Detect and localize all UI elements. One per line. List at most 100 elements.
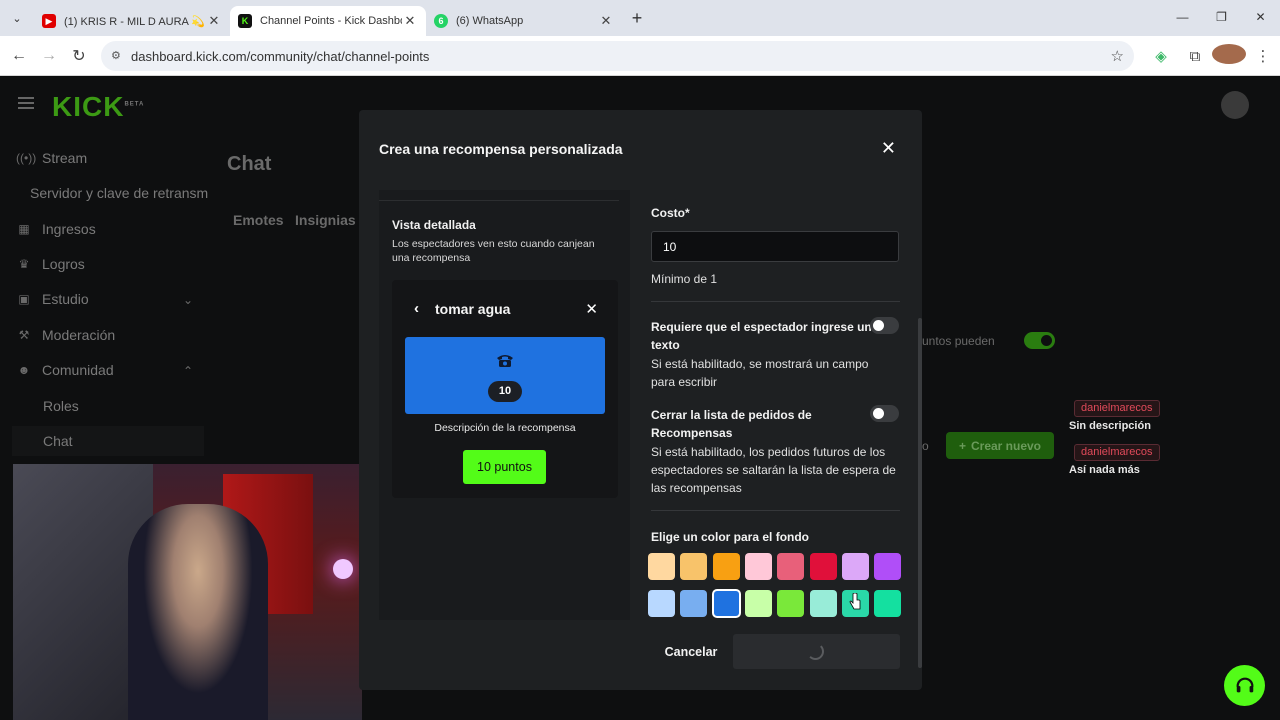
support-chat-button[interactable] bbox=[1224, 665, 1265, 706]
address-bar: ← → ↻ ⚙ dashboard.kick.com/community/cha… bbox=[0, 36, 1280, 76]
grid-icon: ▣ bbox=[18, 292, 30, 306]
close-icon: ✕ bbox=[585, 301, 598, 318]
truncated-text: o bbox=[922, 439, 929, 453]
trophy-icon: ♛ bbox=[18, 257, 30, 271]
close-tab-icon[interactable]: ✕ bbox=[598, 13, 614, 29]
restore-icon[interactable]: ❐ bbox=[1202, 0, 1241, 34]
sidebar-item-stream[interactable]: ((•)) Stream bbox=[16, 150, 87, 166]
tab-title: (6) WhatsApp bbox=[456, 15, 524, 27]
reward-description: Sin descripción bbox=[1069, 420, 1151, 432]
create-new-button[interactable]: + Crear nuevo bbox=[946, 432, 1054, 459]
setting-toggle[interactable] bbox=[1024, 332, 1055, 349]
wrench-icon: ⚒ bbox=[18, 328, 30, 342]
hamburger-menu-icon[interactable] bbox=[18, 97, 34, 109]
color-swatch[interactable] bbox=[809, 553, 837, 580]
tab-search-chevron-icon[interactable]: ⌄ bbox=[0, 0, 34, 36]
close-window-icon[interactable]: ✕ bbox=[1241, 0, 1280, 34]
phone-icon bbox=[497, 355, 513, 367]
page-title: Chat bbox=[227, 153, 272, 175]
headset-icon bbox=[1236, 677, 1253, 692]
cost-label: Costo* bbox=[651, 206, 690, 220]
require-text-label: Requiere que el espectador ingrese un te… bbox=[651, 320, 872, 352]
sidebar-item-roles[interactable]: Roles bbox=[43, 398, 79, 414]
url-input[interactable]: ⚙ dashboard.kick.com/community/chat/chan… bbox=[101, 41, 1134, 71]
color-swatch[interactable] bbox=[648, 590, 675, 617]
color-label: Elige un color para el fondo bbox=[651, 530, 810, 544]
back-icon[interactable]: ← bbox=[4, 47, 34, 65]
new-tab-button[interactable]: + bbox=[622, 8, 652, 29]
chevron-down-icon[interactable]: ⌄ bbox=[183, 293, 193, 307]
reload-icon[interactable]: ↻ bbox=[64, 46, 94, 66]
chevron-up-icon[interactable]: ⌃ bbox=[183, 364, 193, 378]
toggle-setting-text: untos pueden bbox=[922, 334, 995, 348]
sidebar-item-estudio[interactable]: ▣ Estudio bbox=[16, 291, 88, 307]
reward-description: Así nada más bbox=[1069, 464, 1140, 476]
extension-icon[interactable]: ◈ bbox=[1144, 47, 1178, 65]
preview-points-button: 10 puntos bbox=[463, 450, 546, 484]
color-swatch[interactable] bbox=[744, 553, 772, 580]
require-text-toggle[interactable] bbox=[870, 317, 899, 334]
modal-scrollbar[interactable] bbox=[918, 318, 922, 668]
plus-icon: + bbox=[958, 438, 966, 453]
sidebar-item-moderacion[interactable]: ⚒ Moderación bbox=[16, 327, 116, 343]
sidebar-item-ingresos[interactable]: ▦ Ingresos bbox=[16, 221, 95, 237]
users-icon: ☻ bbox=[17, 363, 31, 377]
tab-emotes[interactable]: Emotes bbox=[233, 212, 284, 228]
require-text-desc: Si está habilitado, se mostrará un campo… bbox=[651, 357, 869, 389]
close-icon[interactable]: ✕ bbox=[881, 138, 896, 159]
sidebar-item-stream-key[interactable]: Servidor y clave de retransm bbox=[30, 185, 208, 201]
color-swatch[interactable] bbox=[680, 553, 708, 580]
close-queue-label: Cerrar la lista de pedidos de Recompensa… bbox=[651, 408, 812, 440]
color-swatch[interactable] bbox=[711, 589, 741, 618]
tab-insignias[interactable]: Insignias c bbox=[295, 212, 367, 228]
chart-icon: ▦ bbox=[18, 222, 30, 236]
sidebar-item-chat[interactable]: Chat bbox=[43, 433, 73, 449]
site-info-icon[interactable]: ⚙ bbox=[111, 49, 123, 62]
reward-preview-panel: Vista detallada Los espectadores ven est… bbox=[379, 190, 630, 620]
bookmark-star-icon[interactable]: ☆ bbox=[1111, 47, 1124, 65]
url-text: dashboard.kick.com/community/chat/channe… bbox=[131, 48, 430, 64]
close-tab-icon[interactable]: ✕ bbox=[402, 13, 418, 29]
profile-avatar[interactable] bbox=[1212, 44, 1246, 68]
color-swatch[interactable] bbox=[680, 590, 708, 617]
forward-icon[interactable]: → bbox=[34, 47, 64, 65]
color-swatch[interactable] bbox=[841, 553, 869, 580]
cancel-button[interactable]: Cancelar bbox=[650, 641, 732, 663]
color-swatch[interactable] bbox=[809, 590, 837, 617]
color-swatch[interactable] bbox=[874, 553, 902, 580]
reward-user-pill: danielmarecos bbox=[1074, 444, 1160, 461]
cost-help: Mínimo de 1 bbox=[651, 272, 718, 286]
broadcast-icon: ((•)) bbox=[16, 151, 37, 165]
browser-tab-kick[interactable]: K Channel Points - Kick Dashboar ✕ bbox=[230, 6, 426, 36]
sidebar-item-comunidad[interactable]: ☻ Comunidad bbox=[16, 362, 114, 378]
color-swatch[interactable] bbox=[712, 553, 740, 580]
preview-subheading: Los espectadores ven esto cuando canjean… bbox=[392, 238, 595, 264]
browser-tab-youtube[interactable]: ▶ (1) KRIS R - MIL D AURA 💫 (VI ✕ bbox=[34, 6, 230, 36]
tab-title: (1) KRIS R - MIL D AURA 💫 (VI bbox=[64, 15, 206, 28]
kick-logo[interactable]: KICKBETA bbox=[52, 91, 144, 123]
cost-input[interactable] bbox=[651, 231, 899, 262]
kick-favicon-icon: K bbox=[238, 14, 252, 28]
close-tab-icon[interactable]: ✕ bbox=[206, 13, 222, 29]
minimize-icon[interactable]: — bbox=[1163, 0, 1202, 34]
user-avatar[interactable] bbox=[1221, 91, 1249, 119]
reward-preview-card: ‹ tomar agua ✕ 10 Descripción de la reco… bbox=[392, 280, 618, 498]
preview-description: Descripción de la recompensa bbox=[434, 422, 576, 434]
close-queue-desc: Si está habilitado, los pedidos futuros … bbox=[651, 445, 896, 495]
color-swatch[interactable] bbox=[777, 553, 805, 580]
color-swatch[interactable] bbox=[648, 553, 675, 580]
preview-banner: 10 bbox=[405, 337, 605, 414]
submit-button-loading[interactable] bbox=[733, 634, 900, 669]
sidebar-item-logros[interactable]: ♛ Logros bbox=[16, 256, 85, 272]
create-reward-modal: Crea una recompensa personalizada ✕ Vist… bbox=[359, 110, 922, 690]
chevron-left-icon: ‹ bbox=[414, 300, 419, 317]
color-swatch[interactable] bbox=[744, 590, 772, 617]
window-controls: — ❐ ✕ bbox=[1163, 0, 1280, 34]
color-swatch[interactable] bbox=[777, 590, 805, 617]
browser-tab-whatsapp[interactable]: 6 (6) WhatsApp ✕ bbox=[426, 6, 622, 36]
menu-kebab-icon[interactable]: ⋮ bbox=[1246, 47, 1280, 65]
hand-cursor-icon bbox=[849, 593, 861, 610]
close-queue-toggle[interactable] bbox=[870, 405, 899, 422]
puzzle-extensions-icon[interactable]: ⧉ bbox=[1178, 48, 1212, 65]
color-swatch[interactable] bbox=[874, 590, 902, 617]
